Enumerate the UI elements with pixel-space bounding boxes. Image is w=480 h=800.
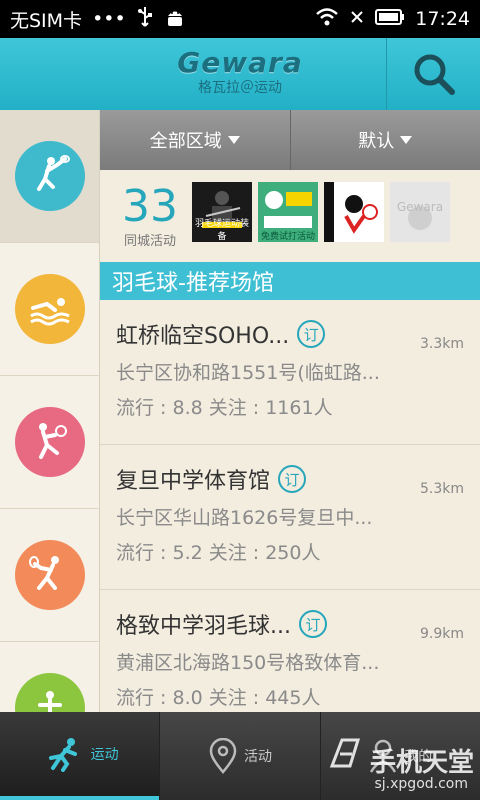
activity-count: 33 (122, 181, 178, 232)
activity-thumb[interactable]: Gewara (390, 182, 450, 242)
venue-list-item[interactable]: 虹桥临空SOHO... 订 3.3km 长宁区协和路1551号(临虹路... 流… (100, 300, 480, 445)
venue-name: 复旦中学体育馆 (116, 469, 271, 494)
venue-distance: 5.3km (419, 481, 464, 497)
battery-icon (375, 8, 405, 31)
venue-name: 格致中学羽毛球... (116, 614, 291, 639)
activity-count-block[interactable]: 33 同城活动 (110, 181, 190, 250)
sport-category-rail (0, 110, 100, 712)
tab-activities-label: 活动 (243, 749, 272, 765)
squash-icon (14, 540, 85, 610)
sport-item-tennis[interactable] (0, 376, 99, 509)
chevron-down-icon (227, 136, 240, 144)
venue-name-row: 虹桥临空SOHO... 订 (116, 318, 464, 350)
app-logo: Gewara 格瓦拉＠运动 (150, 46, 330, 97)
watermark-title: 手机天堂 (369, 748, 474, 778)
search-button[interactable] (386, 38, 480, 110)
watermark-logo-icon (329, 738, 361, 768)
notification-dots: ••• (92, 8, 126, 30)
city-activities-strip: 33 同城活动 羽毛球运动装备 免费试打活动 Gewara (100, 170, 480, 262)
runner-icon (48, 738, 77, 772)
sort-filter-label: 默认 (358, 131, 395, 152)
tennis-icon (14, 407, 85, 477)
location-pin-icon (209, 738, 237, 774)
wifi-icon (315, 7, 339, 32)
status-bar: 无SIM卡 ••• 17:24 (0, 0, 480, 38)
venue-distance: 3.3km (419, 336, 464, 352)
app-header: Gewara 格瓦拉＠运动 (0, 38, 480, 110)
region-filter-label: 全部区域 (149, 131, 222, 152)
sort-filter-dropdown[interactable]: 默认 (289, 110, 480, 170)
activity-thumb-caption: Gewara (396, 200, 444, 214)
sport-item-swimming[interactable] (0, 243, 99, 376)
carrier-label: 无SIM卡 (10, 9, 83, 32)
book-badge: 订 (298, 610, 327, 638)
tab-sports-label: 运动 (90, 747, 119, 763)
venue-name: 虹桥临空SOHO... (116, 324, 290, 349)
activity-thumb-caption: 免费试打活动 (260, 232, 315, 242)
clock: 17:24 (415, 8, 470, 30)
tab-activities[interactable]: 活动 (159, 712, 319, 800)
activity-thumb-caption: 羽毛球运动装备 (194, 219, 249, 242)
venue-list: 虹桥临空SOHO... 订 3.3km 长宁区协和路1551号(临虹路... 流… (100, 300, 480, 712)
book-badge: 订 (297, 320, 326, 348)
sport-item-fitness[interactable] (0, 642, 99, 712)
activity-thumb[interactable]: 免费试打活动 (258, 182, 318, 242)
watermark-url: sj.xpgod.com (374, 776, 469, 792)
usb-icon (136, 6, 154, 33)
region-filter-dropdown[interactable]: 全部区域 (100, 110, 290, 170)
badminton-icon (14, 141, 85, 211)
search-icon (414, 54, 455, 95)
venue-list-item[interactable]: 格致中学羽毛球... 订 9.9km 黄浦区北海路150号格致体育... 流行 … (100, 590, 480, 712)
filter-bar: 全部区域 默认 (100, 110, 480, 170)
section-title: 羽毛球-推荐场馆 (100, 262, 480, 300)
watermark: 手机天堂 sj.xpgod.com (324, 716, 474, 796)
chevron-down-icon (400, 136, 413, 144)
venue-address: 长宁区华山路1626号复旦中... (116, 507, 373, 529)
venue-address: 长宁区协和路1551号(临虹路... (116, 362, 380, 384)
swimming-icon (14, 274, 85, 344)
venue-name-row: 复旦中学体育馆 订 (116, 463, 464, 495)
logo-subtitle: 格瓦拉＠运动 (198, 80, 282, 96)
venue-stats: 流行 : 8.8 关注 : 1161人 (116, 397, 333, 419)
venue-address: 黄浦区北海路150号格致体育... (116, 652, 380, 674)
tab-sports[interactable]: 运动 (0, 712, 160, 800)
venue-list-item[interactable]: 复旦中学体育馆 订 5.3km 长宁区华山路1626号复旦中... 流行 : 5… (100, 445, 480, 590)
venue-stats: 流行 : 5.2 关注 : 250人 (116, 542, 321, 564)
android-icon (164, 6, 186, 33)
venue-stats: 流行 : 8.0 关注 : 445人 (116, 687, 321, 709)
venue-distance: 9.9km (419, 626, 464, 642)
sport-item-badminton[interactable] (0, 110, 99, 243)
venue-name-row: 格致中学羽毛球... 订 (116, 608, 464, 640)
activity-thumb[interactable] (324, 182, 384, 242)
activity-count-label: 同城活动 (123, 234, 176, 249)
activity-thumb[interactable]: 羽毛球运动装备 (192, 182, 252, 242)
fitness-icon (14, 673, 85, 712)
no-signal-icon (349, 8, 365, 30)
book-badge: 订 (278, 465, 307, 493)
logo-wordmark: Gewara (177, 46, 303, 79)
activity-thumb-image (324, 182, 378, 242)
sport-item-squash[interactable] (0, 509, 99, 642)
